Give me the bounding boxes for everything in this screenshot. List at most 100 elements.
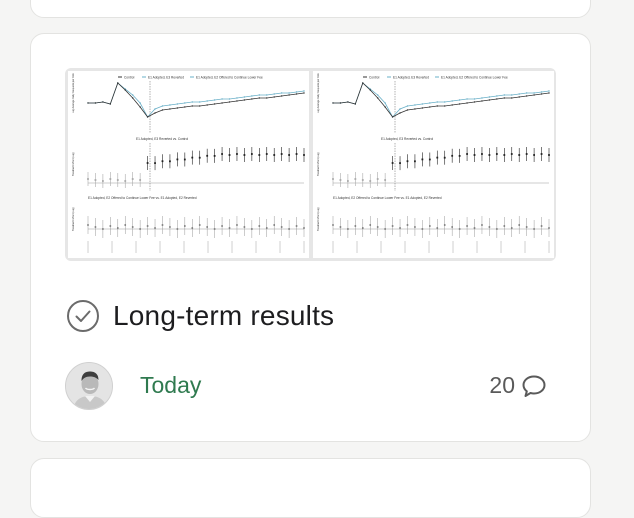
estimate-point [273,224,276,226]
estimate-point [206,154,209,157]
series-light-point [451,100,453,102]
series-dark-point [376,97,379,99]
estimate-point [243,154,246,156]
series-light-point [236,97,238,99]
series-dark-point [184,106,186,108]
series-light-point [414,104,416,106]
next-card[interactable] [30,458,591,518]
previous-card[interactable] [30,0,591,18]
series-light-point [533,92,535,94]
series-dark-point [496,98,498,100]
series-light-point [473,98,476,100]
series-light-point [139,102,141,104]
series-light-point [199,101,201,103]
estimate-point [391,225,394,227]
result-card[interactable]: Control E1 Adopted, E3 Reverted E1 Adopted… [30,33,591,442]
series-light-point [525,92,528,94]
estimate-point [161,224,164,226]
estimate-point [191,156,194,159]
series-dark-point [488,99,491,101]
estimate-point [361,227,364,229]
estimate-point [94,226,97,228]
estimate-point [116,179,119,181]
series-dark-point [154,112,156,114]
series-light-point [436,101,438,103]
legend-label: E1 Adopted, E2 Offered to Continue Lower… [196,76,263,80]
series-dark-point [280,95,283,97]
estimate-point [443,224,446,226]
comments-button[interactable]: 20 [489,372,547,399]
estimate-point [533,154,536,156]
series-dark-point [369,89,371,91]
series-dark-point [481,100,483,102]
estimate-point [332,224,334,226]
estimate-point [354,178,357,180]
series-dark-point [362,82,364,84]
series-light-point [161,105,164,107]
series-light-point [496,95,498,97]
estimate-point [258,154,261,156]
series-dark-point [228,101,231,103]
estimate-point [169,226,171,228]
estimate-point [354,225,357,227]
series-light-point [243,96,246,98]
legend-label: E1 Adopted, E3 Reverted [148,76,184,80]
series-dark-point [533,94,535,96]
estimate-point [191,227,194,229]
series-dark-point [87,102,89,104]
estimate-point [265,153,268,155]
series-dark-point [391,116,394,118]
series-dark-point [109,103,112,105]
estimate-point [154,227,156,229]
estimate-point [510,227,513,229]
estimate-point [481,153,483,155]
chart-thumbnail[interactable]: Control E1 Adopted, E3 Reverted E1 Adopted… [65,68,556,261]
series-dark-point [131,97,134,99]
series-dark-point [213,103,216,105]
estimate-point [466,225,468,227]
card-title[interactable]: Long-term results [113,300,334,332]
estimate-point [540,153,543,155]
series-dark-point [473,101,476,103]
chart-panel-left: Control E1 Adopted, E3 Reverted E1 Adopted… [68,71,309,258]
series-light-point [169,104,171,106]
check-circle-icon[interactable] [66,299,100,333]
series-dark-point [347,101,349,103]
estimate-point [503,154,506,156]
series-dark-point [206,104,208,106]
series-light-point [458,99,461,101]
series-dark-point [444,105,446,107]
estimate-point [124,180,127,182]
series-light-point [251,95,253,97]
author-avatar[interactable] [65,362,113,410]
series-dark-point [525,95,528,97]
series-dark-point [199,105,201,107]
estimate-point [332,178,334,180]
estimate-point [548,227,550,229]
legend-label: E1 Adopted, E3 Reverted [393,76,429,80]
estimate-point [221,225,223,227]
series-light-point [421,103,424,105]
estimate-point [481,224,483,226]
series-dark-point [339,102,342,104]
estimate-point [436,156,439,159]
estimate-point [346,180,349,182]
series-light-point [444,101,446,103]
series-dark-point [436,105,438,107]
estimate-point [443,156,446,159]
estimate-point [139,179,142,181]
estimate-point [139,228,141,230]
estimate-point [503,225,506,227]
y-axis-label: Treatment Effect (Log) [72,207,75,231]
estimate-point [421,158,424,161]
estimate-point [451,226,453,228]
estimate-point [206,226,208,228]
series-light-point [221,98,223,100]
series-dark-point [94,102,97,104]
estimate-point [295,153,298,155]
series-light-point [288,92,290,94]
estimate-point [288,154,291,156]
estimate-point [124,224,127,226]
chart-panel-right: Control E1 Adopted, E3 Reverted E1 Adopted… [313,71,554,258]
series-dark-point [221,102,223,104]
